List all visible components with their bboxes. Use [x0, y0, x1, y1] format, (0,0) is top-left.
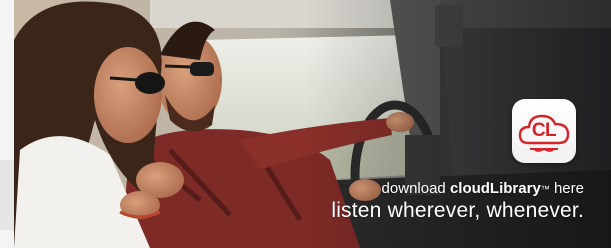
- tagline: download cloudLibrary™ here listen where…: [331, 180, 584, 224]
- download-suffix: here: [549, 180, 584, 197]
- app-icon-letters: CL: [531, 120, 557, 141]
- cloudlibrary-app-icon[interactable]: CL: [512, 99, 576, 163]
- brand-name: cloudLibrary: [449, 180, 541, 197]
- download-prefix: download: [381, 180, 450, 197]
- slogan: listen wherever, whenever.: [331, 199, 584, 222]
- download-line[interactable]: download cloudLibrary™ here: [331, 180, 584, 198]
- trademark-symbol: ™: [540, 184, 550, 194]
- promo-banner[interactable]: CL download cloudLibrary™ here listen wh…: [0, 0, 611, 248]
